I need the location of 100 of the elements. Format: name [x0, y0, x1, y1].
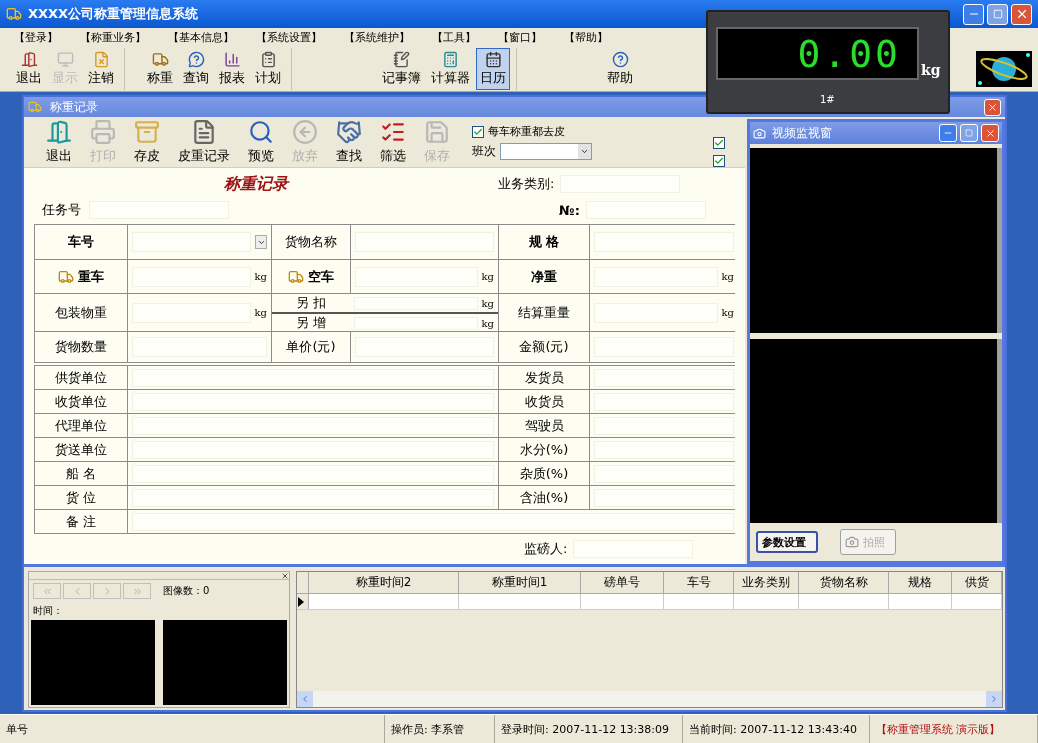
scroll-left-button[interactable] — [297, 691, 313, 707]
menu-item[interactable]: 【登录】 — [14, 29, 58, 45]
column-header[interactable]: 车号 — [664, 572, 734, 593]
field-label: 供货单位 — [55, 368, 107, 387]
column-header[interactable]: 业务类别 — [734, 572, 799, 593]
field-label: 包装物重 — [55, 303, 107, 322]
dropdown-button[interactable] — [255, 235, 267, 249]
checkbox[interactable] — [713, 155, 725, 167]
field-label: 重车 — [78, 267, 104, 286]
field-label: 空车 — [308, 267, 334, 286]
save-icon — [424, 119, 450, 145]
form-title: 称重记录 — [224, 173, 288, 195]
handshake-icon — [336, 119, 362, 145]
checkbox[interactable] — [713, 137, 725, 149]
menu-item[interactable]: 【窗口】 — [498, 29, 542, 45]
unit-label: kg — [481, 317, 494, 329]
menu-item[interactable]: 【帮助】 — [564, 29, 608, 45]
chat-icon — [187, 50, 205, 68]
toolbar-button[interactable]: 存皮 — [132, 119, 162, 165]
column-header[interactable]: 称重时间1 — [459, 572, 581, 593]
camera-icon — [753, 126, 766, 140]
unit-label: kg — [481, 271, 494, 282]
field-label: 规 格 — [528, 233, 560, 251]
column-header[interactable]: 磅单号 — [581, 572, 664, 593]
field-label: 任务号 — [42, 201, 81, 219]
field-label: 杂质(%) — [519, 464, 569, 483]
shift-dropdown[interactable] — [500, 143, 592, 160]
close-button[interactable] — [981, 124, 999, 142]
help-icon — [611, 50, 629, 68]
maximize-button[interactable] — [987, 3, 1008, 25]
close-button[interactable] — [984, 98, 1001, 116]
toolbar-button[interactable]: 退出 — [44, 119, 74, 165]
window-icon — [28, 100, 42, 114]
printer-icon — [90, 119, 116, 145]
toolbar-button[interactable]: 查询 — [179, 47, 213, 90]
toolbar-button[interactable]: 称重 — [143, 47, 177, 90]
toolbar-button[interactable]: 报表 — [215, 47, 249, 90]
menu-item[interactable]: 【称重业务】 — [80, 29, 146, 45]
document-icon — [92, 50, 110, 68]
truck-icon — [151, 50, 169, 68]
field-label: 货 位 — [65, 488, 97, 507]
field-label: 另 扣 — [294, 294, 328, 312]
minimize-button[interactable] — [939, 124, 957, 142]
menu-item[interactable]: 【系统设置】 — [256, 29, 322, 45]
toolbar-button[interactable]: 筛选 — [378, 119, 408, 165]
close-icon[interactable] — [281, 572, 289, 580]
shift-label: 班次 — [472, 143, 496, 160]
close-button[interactable] — [1011, 3, 1032, 25]
toolbar-button[interactable]: 注销 — [84, 47, 118, 90]
unit-label: kg — [481, 297, 494, 309]
field-label: 发货员 — [524, 368, 564, 387]
maximize-button[interactable] — [960, 124, 978, 142]
toolbar-button[interactable]: 查找 — [334, 119, 364, 165]
field-label: 车号 — [68, 233, 94, 251]
column-header[interactable]: 货物名称 — [799, 572, 889, 593]
camera-icon — [845, 535, 859, 549]
input-field[interactable] — [354, 316, 478, 330]
column-header[interactable]: 称重时间2 — [309, 572, 459, 593]
status-text: 单号 — [0, 715, 385, 743]
toolbar-button[interactable]: 计划 — [251, 47, 285, 90]
toolbar-button[interactable]: 皮重记录 — [176, 119, 232, 165]
menu-item[interactable]: 【工具】 — [432, 29, 476, 45]
toolbar-button[interactable]: 日历 — [476, 47, 510, 90]
toolbar-button[interactable]: 计算器 — [427, 47, 474, 90]
image-count: 图像数：0 — [163, 584, 210, 598]
menu-item[interactable]: 【系统维护】 — [344, 29, 410, 45]
field-label: 另 增 — [294, 314, 328, 332]
field-label: 船 名 — [65, 464, 97, 483]
column-header[interactable]: 供货 — [952, 572, 1002, 593]
window-title: XXXX公司称重管理信息系统 — [28, 5, 199, 23]
column-header[interactable]: 规格 — [889, 572, 952, 593]
field-label: 代理单位 — [55, 416, 107, 435]
field-label: 货送单位 — [55, 440, 107, 459]
toolbar-button[interactable]: 预览 — [246, 119, 276, 165]
weight-reading: 0.00 — [797, 31, 901, 76]
truck-icon — [288, 268, 304, 285]
field-label: 净重 — [531, 267, 557, 286]
unit-label: kg — [254, 307, 267, 318]
field-label: №: — [559, 202, 580, 218]
checkbox[interactable] — [472, 125, 484, 138]
field-label: 收货员 — [524, 392, 564, 411]
field-label: 金额(元) — [519, 338, 569, 356]
toolbar-button[interactable]: 帮助 — [603, 47, 637, 90]
menu-item[interactable]: 【基本信息】 — [168, 29, 234, 45]
toolbar-button[interactable]: 记事簿 — [378, 47, 425, 90]
status-text: 操作员: 李系管 — [385, 715, 495, 743]
toolbar-button[interactable]: 退出 — [12, 47, 46, 90]
calculator-icon — [442, 50, 459, 68]
field-label: 结算重量 — [518, 303, 570, 322]
time-label: 时间： — [33, 604, 63, 618]
archive-icon — [134, 119, 160, 145]
field-label: 监磅人: — [524, 540, 568, 558]
minimize-button[interactable] — [963, 3, 984, 25]
unit-label: kg — [721, 271, 734, 282]
window-button[interactable]: 参数设置 — [756, 531, 818, 553]
unit-label: kg — [921, 62, 941, 78]
maximize-icon — [992, 9, 1003, 19]
unit-label: kg — [721, 307, 734, 318]
status-text: 登录时间: 2007-11-12 13:38:09 — [495, 715, 683, 743]
scroll-right-button[interactable] — [986, 691, 1002, 707]
